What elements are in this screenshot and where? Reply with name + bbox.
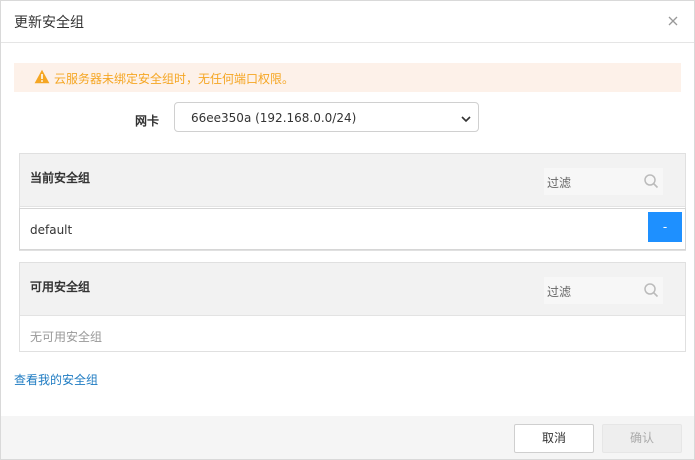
table-row: default - [19, 208, 686, 250]
confirm-button[interactable]: 确认 [602, 424, 682, 453]
dialog-header: 更新安全组 [1, 1, 694, 43]
remove-security-group-button[interactable]: - [648, 212, 682, 242]
warning-banner: 云服务器未绑定安全组时，无任何端口权限。 [14, 63, 681, 92]
search-icon[interactable] [643, 173, 659, 189]
chevron-down-icon [461, 113, 471, 123]
warning-text: 云服务器未绑定安全组时，无任何端口权限。 [54, 72, 295, 86]
dialog-title: 更新安全组 [14, 15, 84, 31]
current-filter-input[interactable]: 过滤 [544, 168, 663, 195]
available-panel-header: 可用安全组 过滤 [20, 263, 685, 316]
current-security-groups-panel: 当前安全组 过滤 default - [19, 153, 686, 251]
available-filter-placeholder: 过滤 [547, 285, 572, 299]
current-panel-title: 当前安全组 [30, 171, 91, 185]
current-filter-placeholder: 过滤 [547, 176, 572, 190]
cancel-button[interactable]: 取消 [514, 424, 594, 453]
nic-label: 网卡 [135, 114, 160, 128]
search-icon[interactable] [643, 282, 659, 298]
security-group-name: default [30, 223, 73, 237]
view-my-security-groups-link[interactable]: 查看我的安全组 [14, 371, 98, 388]
nic-select-value: 66ee350a (192.168.0.0/24) [191, 111, 357, 125]
empty-row: 无可用安全组 [20, 317, 685, 351]
available-filter-input[interactable]: 过滤 [544, 277, 663, 304]
dialog-footer: 取消 确认 [1, 416, 694, 459]
nic-select[interactable]: 66ee350a (192.168.0.0/24) [174, 102, 479, 132]
empty-text: 无可用安全组 [30, 330, 103, 344]
current-panel-header: 当前安全组 过滤 [20, 154, 685, 207]
available-security-groups-panel: 可用安全组 过滤 无可用安全组 [19, 262, 686, 352]
warning-icon [34, 69, 50, 84]
update-security-group-dialog: 更新安全组 云服务器未绑定安全组时，无任何端口权限。 网卡 66ee350a (… [0, 0, 695, 460]
available-panel-title: 可用安全组 [30, 280, 91, 294]
close-icon[interactable] [666, 14, 680, 28]
